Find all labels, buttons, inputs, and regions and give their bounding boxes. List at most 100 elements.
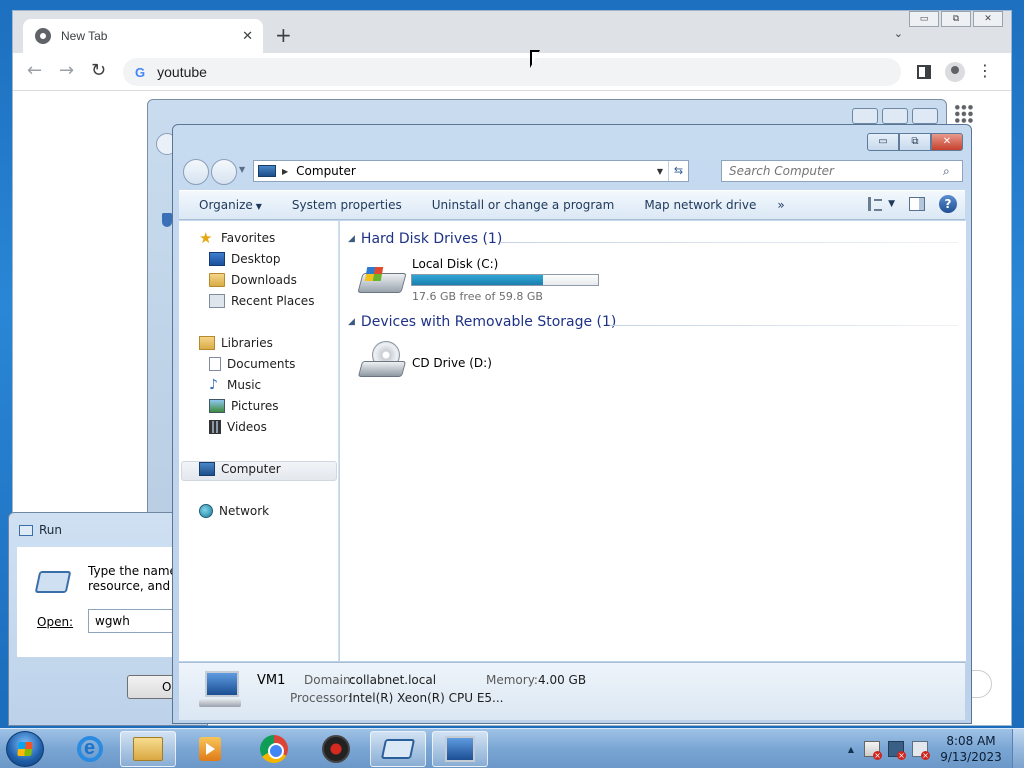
show-hidden-icons-icon[interactable]: ▲ (848, 745, 854, 754)
more-commands-button[interactable]: » (771, 198, 790, 212)
group-header-removable[interactable]: ◢ Devices with Removable Storage (1) (348, 314, 616, 330)
nav-item-network[interactable]: Network (199, 504, 269, 518)
new-tab-button[interactable]: + (275, 25, 292, 45)
cd-tray-icon (357, 361, 407, 377)
chrome-favicon-icon (35, 28, 51, 44)
chrome-menu-kebab-icon[interactable]: ⋮ (977, 61, 993, 80)
nav-item-desktop[interactable]: Desktop (209, 252, 281, 266)
help-icon[interactable]: ? (939, 195, 957, 213)
taskbar-computer[interactable] (432, 731, 488, 767)
uninstall-program-button[interactable]: Uninstall or change a program (417, 198, 630, 212)
organize-button[interactable]: Organize ▼ (179, 198, 277, 212)
chrome-close-button[interactable]: ✕ (973, 11, 1003, 27)
organize-label: Organize (199, 198, 253, 212)
chrome-minimize-button[interactable]: ▭ (909, 11, 939, 27)
close-tab-icon[interactable]: ✕ (242, 29, 253, 44)
preview-pane-icon[interactable] (909, 197, 925, 211)
address-bar[interactable]: ▶ Computer ▼ ⇆ (253, 160, 689, 182)
start-button[interactable] (6, 731, 44, 767)
computer-name: VM1 (257, 673, 286, 688)
change-view-icon[interactable] (868, 197, 884, 211)
run-dialog-title: Run (39, 523, 63, 537)
background-minimize-button[interactable] (852, 108, 878, 124)
system-properties-button[interactable]: System properties (277, 198, 417, 212)
taskbar-windows-explorer[interactable] (120, 731, 176, 767)
hard-disk-drive-icon[interactable] (357, 259, 407, 299)
nav-item-music[interactable]: ♪ Music (209, 378, 261, 392)
collapse-triangle-icon[interactable]: ◢ (348, 234, 355, 244)
system-tray: ▲ 8:08 AM 9/13/2023 (848, 729, 1024, 768)
address-dropdown-icon[interactable]: ▼ (652, 167, 668, 176)
network-globe-icon (199, 504, 213, 518)
tab-search-chevron-icon[interactable]: ⌄ (894, 27, 903, 40)
nav-item-favorites[interactable]: ★ Favorites (199, 229, 275, 247)
side-panel-icon[interactable] (917, 65, 931, 79)
background-close-button[interactable] (912, 108, 938, 124)
shield-icon (162, 213, 172, 227)
cd-drive-icon[interactable] (357, 341, 407, 381)
explorer-back-button[interactable] (183, 159, 209, 185)
action-center-flag-icon[interactable] (864, 741, 882, 760)
search-input[interactable] (729, 164, 939, 178)
nav-videos-label: Videos (227, 420, 267, 434)
chrome-restore-button[interactable]: ⧉ (941, 11, 971, 27)
run-open-label: Open: (37, 615, 74, 629)
search-box[interactable]: ⌕ (721, 160, 963, 182)
address-text[interactable]: Computer (296, 164, 652, 178)
explorer-close-button[interactable]: ✕ (931, 133, 963, 151)
nav-item-downloads[interactable]: Downloads (209, 273, 297, 287)
omnibox[interactable]: G (123, 58, 901, 86)
explorer-forward-button[interactable] (211, 159, 237, 185)
clock[interactable]: 8:08 AM 9/13/2023 (936, 733, 1006, 765)
chrome-window-controls: ▭ ⧉ ✕ (909, 11, 1003, 27)
nav-item-recent-places[interactable]: Recent Places (209, 294, 314, 308)
back-arrow-icon[interactable]: ← (27, 61, 42, 81)
volume-muted-icon[interactable] (912, 741, 930, 760)
map-network-drive-button[interactable]: Map network drive (629, 198, 771, 212)
computer-icon (258, 165, 276, 177)
taskbar-chrome[interactable] (246, 731, 302, 767)
nav-music-label: Music (227, 378, 262, 392)
collapse-triangle-icon[interactable]: ◢ (348, 317, 355, 327)
google-apps-grid-icon[interactable] (954, 104, 974, 124)
drive-c-name[interactable]: Local Disk (C:) (412, 257, 498, 271)
drive-d-name[interactable]: CD Drive (D:) (412, 356, 492, 370)
explorer-minimize-button[interactable]: ▭ (867, 133, 899, 151)
view-dropdown-icon[interactable]: ▼ (888, 199, 895, 209)
forward-arrow-icon[interactable]: → (59, 61, 74, 81)
profile-avatar-icon[interactable] (945, 62, 965, 82)
star-icon: ★ (199, 229, 213, 247)
omnibox-input[interactable] (157, 64, 758, 80)
show-desktop-button[interactable] (1012, 729, 1024, 768)
nav-item-computer[interactable]: Computer (199, 462, 281, 476)
taskbar-internet-explorer[interactable] (62, 731, 118, 767)
drive-c-free-space: 17.6 GB free of 59.8 GB (412, 290, 543, 303)
monitor-base-icon (199, 699, 241, 707)
taskbar-recorder[interactable] (308, 731, 364, 767)
computer-monitor-icon (199, 671, 241, 707)
network-status-icon[interactable] (888, 741, 906, 760)
chrome-icon (260, 735, 288, 763)
reload-icon[interactable]: ↻ (91, 61, 106, 81)
nav-item-videos[interactable]: Videos (209, 420, 267, 434)
memory-value: 4.00 GB (538, 673, 587, 687)
background-restore-button[interactable] (882, 108, 908, 124)
chrome-tab-new-tab[interactable]: New Tab ✕ (23, 19, 263, 53)
breadcrumb-separator-icon[interactable]: ▶ (282, 167, 288, 176)
explorer-maximize-button[interactable]: ⧉ (899, 133, 931, 151)
taskbar-run[interactable] (370, 731, 426, 767)
nav-item-libraries[interactable]: Libraries (199, 336, 273, 350)
taskbar-media-player[interactable] (182, 731, 238, 767)
group-header-hard-disks[interactable]: ◢ Hard Disk Drives (1) (348, 231, 502, 247)
nav-item-documents[interactable]: Documents (209, 357, 295, 371)
search-icon[interactable]: ⌕ (943, 164, 950, 179)
nav-recent-places-label: Recent Places (231, 294, 315, 308)
chrome-tab-strip: New Tab ✕ + ⌄ ▭ ⧉ ✕ (13, 11, 1011, 53)
content-pane: ◢ Hard Disk Drives (1) Local Disk (C:) 1… (340, 221, 966, 661)
media-player-icon (199, 737, 221, 761)
chrome-toolbar: ← → ↻ G ⋮ (13, 53, 1011, 91)
refresh-icon[interactable]: ⇆ (668, 161, 688, 181)
recent-pages-dropdown-icon[interactable]: ▼ (239, 165, 245, 174)
google-g-icon: G (135, 64, 146, 80)
nav-item-pictures[interactable]: Pictures (209, 399, 279, 413)
